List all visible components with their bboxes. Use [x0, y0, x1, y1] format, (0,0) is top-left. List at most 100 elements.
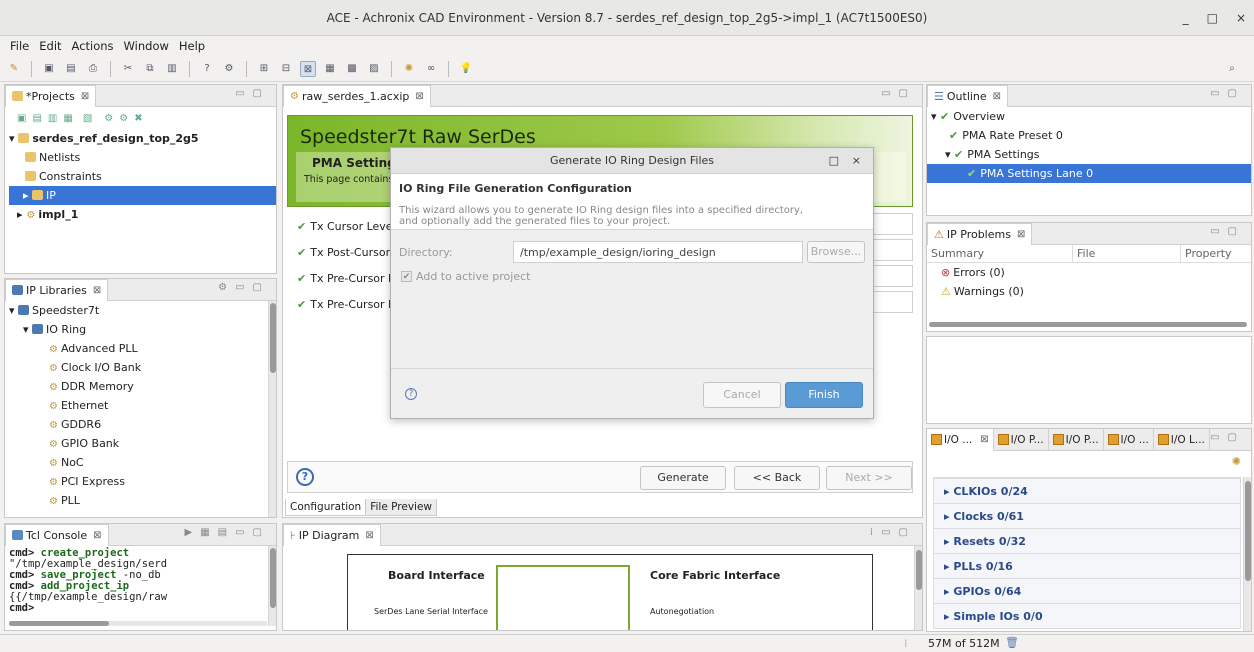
run-icon[interactable]: ✺ — [401, 61, 417, 77]
tcl-console-output[interactable]: cmd> create_project "/tmp/example_design… — [5, 546, 276, 616]
minimize-button[interactable]: _ — [1183, 11, 1189, 25]
close-icon[interactable]: ⊠ — [93, 530, 101, 541]
generate-button[interactable]: Generate — [640, 466, 726, 490]
close-icon[interactable]: ⊠ — [81, 91, 89, 102]
new-icon[interactable]: ▣ — [17, 113, 26, 124]
io-tab[interactable]: I/O P... — [1049, 429, 1104, 451]
ip-diagram-tab[interactable]: ⊦ IP Diagram ⊠ — [283, 524, 381, 546]
close-icon[interactable]: ⊠ — [1017, 229, 1025, 240]
menu-edit[interactable]: Edit — [39, 39, 61, 53]
add-to-project-checkbox[interactable]: ✔ — [401, 271, 412, 282]
library-item[interactable]: ⚙ NoC — [9, 453, 276, 472]
cut-icon[interactable]: ✂ — [120, 61, 136, 77]
print-icon[interactable]: ⎙ — [85, 61, 101, 77]
projects-tab[interactable]: *Projects ⊠ — [5, 84, 97, 107]
project-root[interactable]: ▾ serdes_ref_design_top_2g5 — [9, 129, 276, 148]
panel-min-max-icons[interactable]: ⁞▭▢ — [870, 527, 916, 538]
panel-min-max-icons[interactable]: ▭▢ — [881, 88, 916, 99]
browse-button[interactable]: Browse... — [807, 241, 865, 263]
problems-row-errors[interactable]: ⊗ Errors (0) — [927, 263, 1251, 282]
io-row[interactable]: ▸ PLLs 0/16 — [934, 553, 1240, 578]
library-item[interactable]: ⚙ GDDR6 — [9, 415, 276, 434]
next-button[interactable]: Next >> — [826, 466, 912, 490]
panel-min-max-icons[interactable]: ⚙▭▢ — [218, 282, 270, 293]
library-item[interactable]: ⚙ PCI Express — [9, 472, 276, 491]
column-property[interactable]: Property — [1181, 245, 1251, 262]
io-row[interactable]: ▸ GPIOs 0/64 — [934, 578, 1240, 603]
vertical-scrollbar[interactable] — [1243, 477, 1251, 631]
scrollbar-thumb[interactable] — [1245, 481, 1251, 581]
scrollbar-thumb[interactable] — [916, 550, 922, 590]
outline-item[interactable]: ✔ PMA Rate Preset 0 — [931, 126, 1251, 145]
library-item[interactable]: ⚙ Clock I/O Bank — [9, 358, 276, 377]
close-icon[interactable]: ⊠ — [415, 91, 423, 102]
library-root[interactable]: ▾ Speedster7t — [9, 301, 276, 320]
back-button[interactable]: << Back — [734, 466, 820, 490]
tree-item-netlists[interactable]: Netlists — [9, 148, 276, 167]
cancel-button[interactable]: Cancel — [703, 382, 781, 408]
close-window-button[interactable]: × — [1236, 11, 1246, 25]
panel-min-max-icons[interactable]: ▭▢ — [235, 88, 270, 99]
vertical-scrollbar[interactable] — [268, 301, 276, 517]
scrollbar-thumb[interactable] — [9, 621, 109, 626]
properties-icon[interactable]: ▧ — [83, 113, 92, 124]
library-group-io-ring[interactable]: ▾ IO Ring — [9, 320, 276, 339]
copy-icon[interactable]: ⧉ — [142, 61, 158, 77]
tip-bulb-icon[interactable]: 💡 — [458, 61, 474, 77]
chip-icon[interactable]: ▩ — [344, 61, 360, 77]
paste-icon[interactable]: ▥ — [164, 61, 180, 77]
export-icon[interactable]: ▦ — [63, 113, 72, 124]
search-icon[interactable]: ⌕ — [1224, 61, 1240, 77]
dialog-close-button[interactable]: × — [852, 148, 861, 174]
library-item[interactable]: ⚙ GPIO Bank — [9, 434, 276, 453]
close-icon[interactable]: ⊠ — [993, 91, 1001, 102]
menu-help[interactable]: Help — [179, 39, 205, 53]
ip-perspective-icon[interactable]: ⊠ — [300, 60, 316, 77]
horizontal-scrollbar[interactable] — [929, 322, 1247, 327]
close-icon[interactable]: ⊠ — [365, 530, 373, 541]
new-project-icon[interactable]: ✎ — [6, 61, 22, 77]
help-icon[interactable]: ? — [296, 468, 314, 486]
config-icon[interactable]: ⚙ — [119, 113, 128, 124]
tab-configuration[interactable]: Configuration — [285, 499, 367, 516]
dialog-maximize-button[interactable]: □ — [829, 148, 839, 174]
menu-file[interactable]: File — [10, 39, 29, 53]
io-row[interactable]: ▸ Resets 0/32 — [934, 528, 1240, 553]
tree-item-constraints[interactable]: Constraints — [9, 167, 276, 186]
io-row[interactable]: ▸ CLKIOs 0/24 — [934, 478, 1240, 503]
tree-item-ip[interactable]: ▸ IP — [9, 186, 276, 205]
tcl-console-tab[interactable]: Tcl Console ⊠ — [5, 524, 109, 546]
column-summary[interactable]: Summary — [927, 245, 1073, 262]
add-ip-icon[interactable]: ⚙ — [104, 113, 113, 124]
outline-item[interactable]: ▾ ✔ Overview — [931, 107, 1251, 126]
garbage-collect-icon[interactable]: 🗑 — [1005, 636, 1019, 649]
io-tab[interactable]: I/O ... — [1104, 429, 1154, 451]
menu-actions[interactable]: Actions — [72, 39, 114, 53]
save-all-icon[interactable]: ▤ — [63, 61, 79, 77]
io-tab[interactable]: I/O ... ⊠ — [927, 429, 994, 451]
io-tab[interactable]: I/O L... — [1154, 429, 1210, 451]
io-row[interactable]: ▸ Clocks 0/61 — [934, 503, 1240, 528]
panel-min-max-icons[interactable]: ▭▢ — [1210, 226, 1245, 237]
outline-item-selected[interactable]: ✔ PMA Settings Lane 0 — [927, 164, 1251, 183]
ip-libraries-tab[interactable]: IP Libraries ⊠ — [5, 279, 109, 301]
remove-icon[interactable]: ✖ — [134, 113, 142, 124]
problems-row-warnings[interactable]: ⚠ Warnings (0) — [927, 282, 1251, 301]
vertical-scrollbar[interactable] — [268, 546, 276, 626]
library-item[interactable]: ⚙ Ethernet — [9, 396, 276, 415]
column-file[interactable]: File — [1073, 245, 1181, 262]
grid-icon[interactable]: ▦ — [322, 61, 338, 77]
settings-icon[interactable]: ⚙ — [221, 61, 237, 77]
ip-problems-tab[interactable]: ⚠ IP Problems ⊠ — [927, 222, 1033, 245]
maximize-button[interactable]: □ — [1207, 11, 1218, 25]
io-row[interactable]: ▸ Simple IOs 0/0 — [934, 603, 1240, 628]
close-icon[interactable]: ⊠ — [980, 434, 988, 445]
menu-window[interactable]: Window — [124, 39, 169, 53]
scrollbar-thumb[interactable] — [270, 548, 276, 608]
close-icon[interactable]: ⊠ — [93, 285, 101, 296]
library-item[interactable]: ⚙ PLL — [9, 491, 276, 510]
open-icon[interactable]: ▤ — [32, 113, 41, 124]
editor-tab[interactable]: ⚙ raw_serdes_1.acxip ⊠ — [283, 85, 431, 107]
panel-min-max-icons[interactable]: ▭▢ — [1210, 432, 1245, 443]
vertical-scrollbar[interactable] — [914, 546, 922, 630]
